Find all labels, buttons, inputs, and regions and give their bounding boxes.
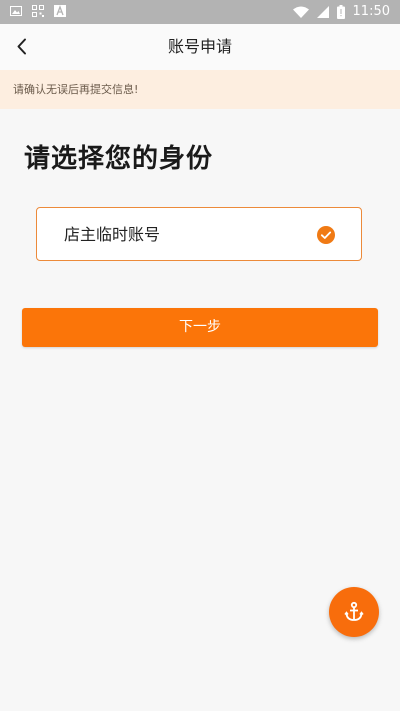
status-left-icons xyxy=(10,5,66,17)
wifi-icon xyxy=(292,6,309,18)
next-step-label: 下一步 xyxy=(179,319,221,335)
status-bar: 11:50 xyxy=(0,0,400,24)
signal-icon xyxy=(316,5,329,18)
anchor-icon xyxy=(344,601,364,621)
image-icon xyxy=(10,6,22,16)
notice-text: 请确认无误后再提交信息! xyxy=(13,83,139,96)
page-title: 账号申请 xyxy=(167,37,232,56)
identity-option-temp-account[interactable]: 店主临时账号 xyxy=(36,207,362,261)
option-label: 店主临时账号 xyxy=(64,225,161,244)
status-right: 11:50 xyxy=(292,4,390,19)
status-time: 11:50 xyxy=(352,4,390,19)
a-icon xyxy=(54,5,66,17)
qr-icon xyxy=(32,5,44,17)
notice-banner: 请确认无误后再提交信息! xyxy=(0,70,400,109)
check-circle-icon xyxy=(317,226,335,244)
battery-icon xyxy=(336,4,345,19)
nav-bar: 账号申请 xyxy=(0,24,400,70)
floating-action-button[interactable] xyxy=(329,587,379,637)
identity-heading: 请选择您的身份 xyxy=(24,144,214,174)
next-step-button[interactable]: 下一步 xyxy=(22,308,378,347)
